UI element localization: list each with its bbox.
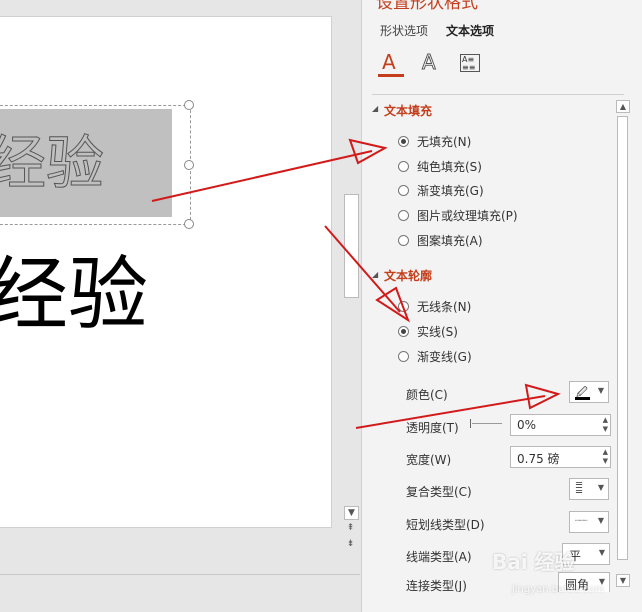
radio-dot-icon xyxy=(398,210,409,221)
solid-text[interactable]: 经验 xyxy=(0,245,148,345)
slide-canvas[interactable]: 经验 经验 xyxy=(0,16,332,528)
textbox-icon[interactable]: A≡ ≡≡ xyxy=(460,54,480,72)
slide-scrollbar-thumb[interactable] xyxy=(344,194,359,298)
dash-type-dropdown[interactable]: ┈┈┈ ▼ xyxy=(569,511,609,533)
radio-dot-icon xyxy=(398,136,409,147)
pen-color-icon: 🖉 xyxy=(576,386,588,399)
compound-lines-icon: ═ ─ ═ xyxy=(576,479,583,498)
watermark-url: jingyan.baidu.com xyxy=(512,584,605,595)
selection-frame xyxy=(0,105,191,225)
radio-dot-icon xyxy=(398,301,409,312)
pane-divider xyxy=(372,94,624,95)
radio-no-line[interactable]: 无线条(N) xyxy=(398,298,471,315)
radio-dot-icon xyxy=(398,161,409,172)
radio-solid-fill[interactable]: 纯色填充(S) xyxy=(398,158,482,175)
section-text-outline[interactable]: 文本轮廓 xyxy=(384,267,432,284)
format-shape-pane: 设置形状格式 形状选项 文本选项 A A A≡ ≡≡ ◢ 文本填充 无填充(N) … xyxy=(361,0,642,612)
resize-handle-top-right[interactable] xyxy=(184,100,194,110)
slide-editor: 经验 经验 ▼ ⇞ ⇟ xyxy=(0,0,360,612)
next-slide-icon[interactable]: ⇟ xyxy=(344,538,357,550)
slide-scrollbar[interactable]: ▼ ⇞ ⇟ xyxy=(341,0,360,560)
dash-type-label: 短划线类型(D) xyxy=(406,518,485,532)
active-icon-underline xyxy=(378,74,404,77)
slider-track xyxy=(472,423,502,424)
width-label: 宽度(W) xyxy=(406,453,452,467)
compound-type-label: 复合类型(C) xyxy=(406,485,472,499)
radio-gradient-line[interactable]: 渐变线(G) xyxy=(398,348,472,365)
scroll-down-icon[interactable]: ▼ xyxy=(344,506,359,520)
join-type-label: 连接类型(J) xyxy=(406,579,467,592)
pane-scrollbar[interactable]: ▲ ▼ xyxy=(615,100,630,592)
spinner-icon[interactable]: ▲ ▼ xyxy=(603,448,608,466)
transparency-label: 透明度(T) xyxy=(406,421,459,435)
radio-gradient-fill[interactable]: 渐变填充(G) xyxy=(398,182,484,199)
resize-handle-bottom-right[interactable] xyxy=(184,219,194,229)
dash-pattern-icon: ┈┈┈ xyxy=(575,516,587,525)
transparency-input[interactable]: 0% ▲ ▼ xyxy=(510,414,611,436)
width-input[interactable]: 0.75 磅 ▲ ▼ xyxy=(510,446,611,468)
text-effects-icon[interactable]: A xyxy=(422,50,437,75)
collapse-fill-icon[interactable]: ◢ xyxy=(372,104,378,113)
transparency-slider[interactable] xyxy=(470,419,502,428)
resize-handle-right[interactable] xyxy=(184,160,194,170)
radio-pattern-fill[interactable]: 图案填充(A) xyxy=(398,232,483,249)
tab-shape-options[interactable]: 形状选项 xyxy=(380,22,428,39)
scroll-up-icon[interactable]: ▲ xyxy=(616,100,630,113)
pane-scrollbar-thumb[interactable] xyxy=(617,116,628,560)
color-label: 颜色(C) xyxy=(406,388,448,402)
collapse-outline-icon[interactable]: ◢ xyxy=(372,270,378,279)
watermark-logo: Bai 经验 xyxy=(492,550,575,574)
chevron-down-icon: ▼ xyxy=(597,483,604,492)
status-divider xyxy=(0,574,360,575)
tab-text-options[interactable]: 文本选项 xyxy=(446,22,494,39)
pane-title: 设置形状格式 xyxy=(376,0,478,13)
radio-picture-fill[interactable]: 图片或纹理填充(P) xyxy=(398,207,518,224)
cap-type-label: 线端类型(A) xyxy=(406,550,472,564)
scroll-down-icon[interactable]: ▼ xyxy=(616,574,630,587)
pane-content: ◢ 文本填充 无填充(N) 纯色填充(S) 渐变填充(G) 图片或纹理填充(P)… xyxy=(362,96,620,592)
prev-slide-icon[interactable]: ⇞ xyxy=(344,522,357,534)
chevron-down-icon: ▼ xyxy=(598,548,605,557)
radio-dot-icon xyxy=(398,351,409,362)
spinner-icon[interactable]: ▲ ▼ xyxy=(603,416,608,434)
slider-thumb[interactable] xyxy=(470,419,471,428)
section-text-fill[interactable]: 文本填充 xyxy=(384,102,432,119)
color-picker-button[interactable]: 🖉 ▼ xyxy=(569,381,609,403)
chevron-down-icon: ▼ xyxy=(597,516,604,525)
radio-solid-line[interactable]: 实线(S) xyxy=(398,323,458,340)
radio-dot-icon xyxy=(398,185,409,196)
text-fill-outline-icon[interactable]: A xyxy=(382,50,396,74)
color-swatch xyxy=(575,397,590,400)
chevron-down-icon: ▼ xyxy=(597,386,604,395)
radio-dot-icon xyxy=(398,235,409,246)
radio-no-fill[interactable]: 无填充(N) xyxy=(398,133,471,150)
radio-dot-icon xyxy=(398,326,409,337)
compound-type-dropdown[interactable]: ═ ─ ═ ▼ xyxy=(569,478,609,500)
